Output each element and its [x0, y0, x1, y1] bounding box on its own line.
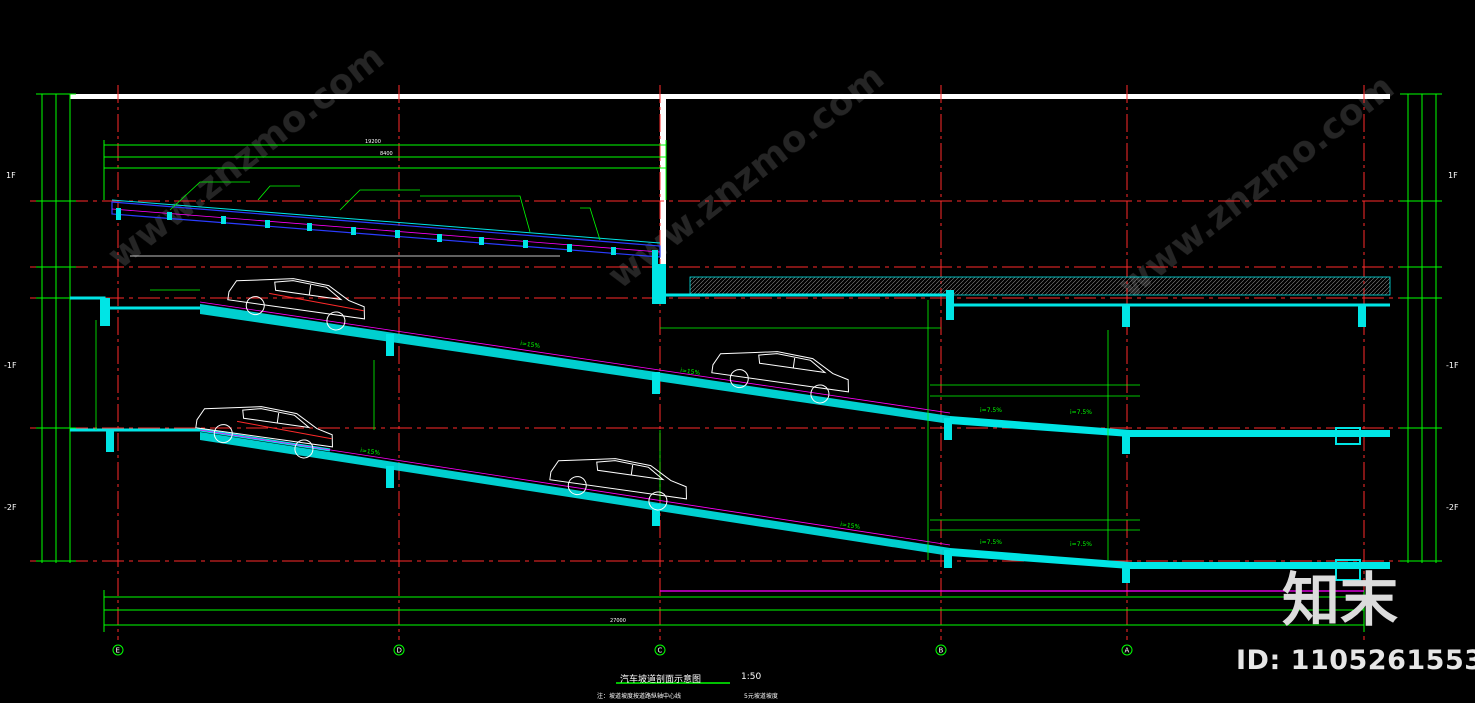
slope-label: i=15%	[360, 447, 381, 457]
dim-text: 8400	[380, 151, 393, 157]
axis-bubble-b: B	[935, 644, 947, 656]
slab-beam	[946, 290, 954, 320]
level-label-b2: -2F	[4, 503, 17, 512]
drawing-title: 汽车坡道剖面示意图	[620, 675, 702, 685]
level-label-b1-right: -1F	[1446, 361, 1459, 370]
drawing-scale: 1:50	[741, 672, 762, 682]
slope-label: i=7.5%	[980, 407, 1002, 414]
ramp-section-drawing: www.znzmo.com www.znzmo.com www.znzmo.co…	[4, 37, 1459, 684]
right-dimension-column	[1400, 93, 1442, 563]
slope-label: i=15%	[520, 340, 541, 350]
svg-text:D: D	[397, 647, 402, 655]
drawing-note-2: 5元坡道坡度	[744, 693, 778, 700]
logo-mark: 知末	[1282, 566, 1398, 632]
entry-slab	[70, 296, 200, 310]
left-dimension-column	[36, 93, 76, 563]
svg-text:A: A	[1125, 647, 1130, 655]
logo-text: 知末	[1282, 566, 1398, 632]
slab-beam	[1358, 305, 1366, 327]
level-label-b1: -1F	[4, 361, 17, 370]
watermark-text: www.znzmo.com	[600, 57, 892, 298]
roof-line	[70, 94, 1390, 99]
svg-text:B: B	[939, 647, 944, 655]
dim-text: 27000	[610, 618, 626, 624]
top-dimension-text: 19200 8400	[365, 139, 393, 157]
dim-text: 19200	[365, 139, 381, 145]
axis-bubble-c: C	[654, 644, 666, 656]
slab-beam	[106, 430, 114, 452]
slope-label: i=7.5%	[1070, 541, 1092, 548]
axis-bubbles: E D C B A	[112, 644, 1133, 656]
axis-bubble-d: D	[393, 644, 405, 656]
slope-label: i=7.5%	[1070, 409, 1092, 416]
ground-slab	[666, 293, 1390, 307]
svg-text:C: C	[658, 647, 663, 655]
watermark-text: www.znzmo.com	[1110, 67, 1402, 308]
level-label-1f-right: 1F	[1448, 171, 1458, 180]
slope-label: i=15%	[680, 367, 701, 377]
level-label-b2-right: -2F	[1446, 503, 1459, 512]
ramp-upper	[199, 301, 1390, 454]
slope-label: i=7.5%	[980, 539, 1002, 546]
svg-text:E: E	[116, 647, 120, 655]
bottom-dimensions	[103, 590, 1365, 632]
drawing-note: 注：坡道坡度按道路纵轴中心线	[597, 693, 682, 700]
slope-label: i=15%	[840, 521, 861, 531]
level-label-1f: 1F	[6, 171, 16, 180]
slab-beam	[1122, 305, 1130, 327]
wall-segment	[652, 264, 666, 304]
watermark-id: ID: 1105261553	[1236, 645, 1475, 676]
axis-bubble-a: A	[1121, 644, 1133, 656]
soil-fill	[689, 276, 1391, 296]
axis-bubble-e: E	[112, 644, 124, 656]
slab-beam	[100, 298, 110, 326]
